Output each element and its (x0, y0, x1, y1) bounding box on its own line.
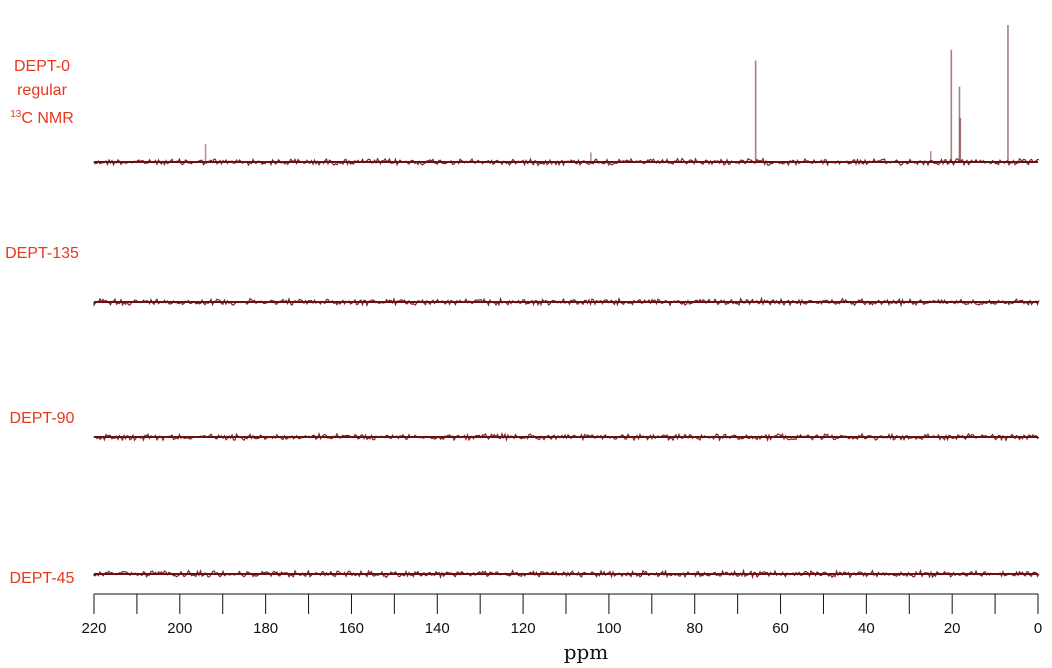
trace-1 (93, 296, 1040, 308)
spectra-traces (93, 25, 1040, 580)
x-tick-label: 160 (339, 620, 364, 637)
x-axis-title: ppm (564, 640, 609, 664)
x-tick-label: 0 (1034, 620, 1042, 637)
nmr-spectra-plot: 220 200 180 160 140 120 100 80 60 40 20 0 ppm (81, 25, 1042, 664)
x-tick-label: 140 (425, 620, 450, 637)
x-tick-label: 20 (944, 620, 961, 637)
x-axis: 220 200 180 160 140 120 100 80 60 40 20 0 (81, 593, 1042, 637)
x-tick-label: 180 (253, 620, 278, 637)
trace-0 (93, 25, 1040, 167)
x-tick-label: 40 (858, 620, 875, 637)
x-tick-label: 120 (511, 620, 536, 637)
x-tick-label: 200 (167, 620, 192, 637)
x-tick-label: 60 (772, 620, 789, 637)
trace-3 (93, 568, 1040, 580)
x-tick-label: 80 (686, 620, 703, 637)
x-tick-label: 100 (596, 620, 621, 637)
x-tick-label: 220 (81, 620, 106, 637)
trace-2 (93, 431, 1040, 443)
